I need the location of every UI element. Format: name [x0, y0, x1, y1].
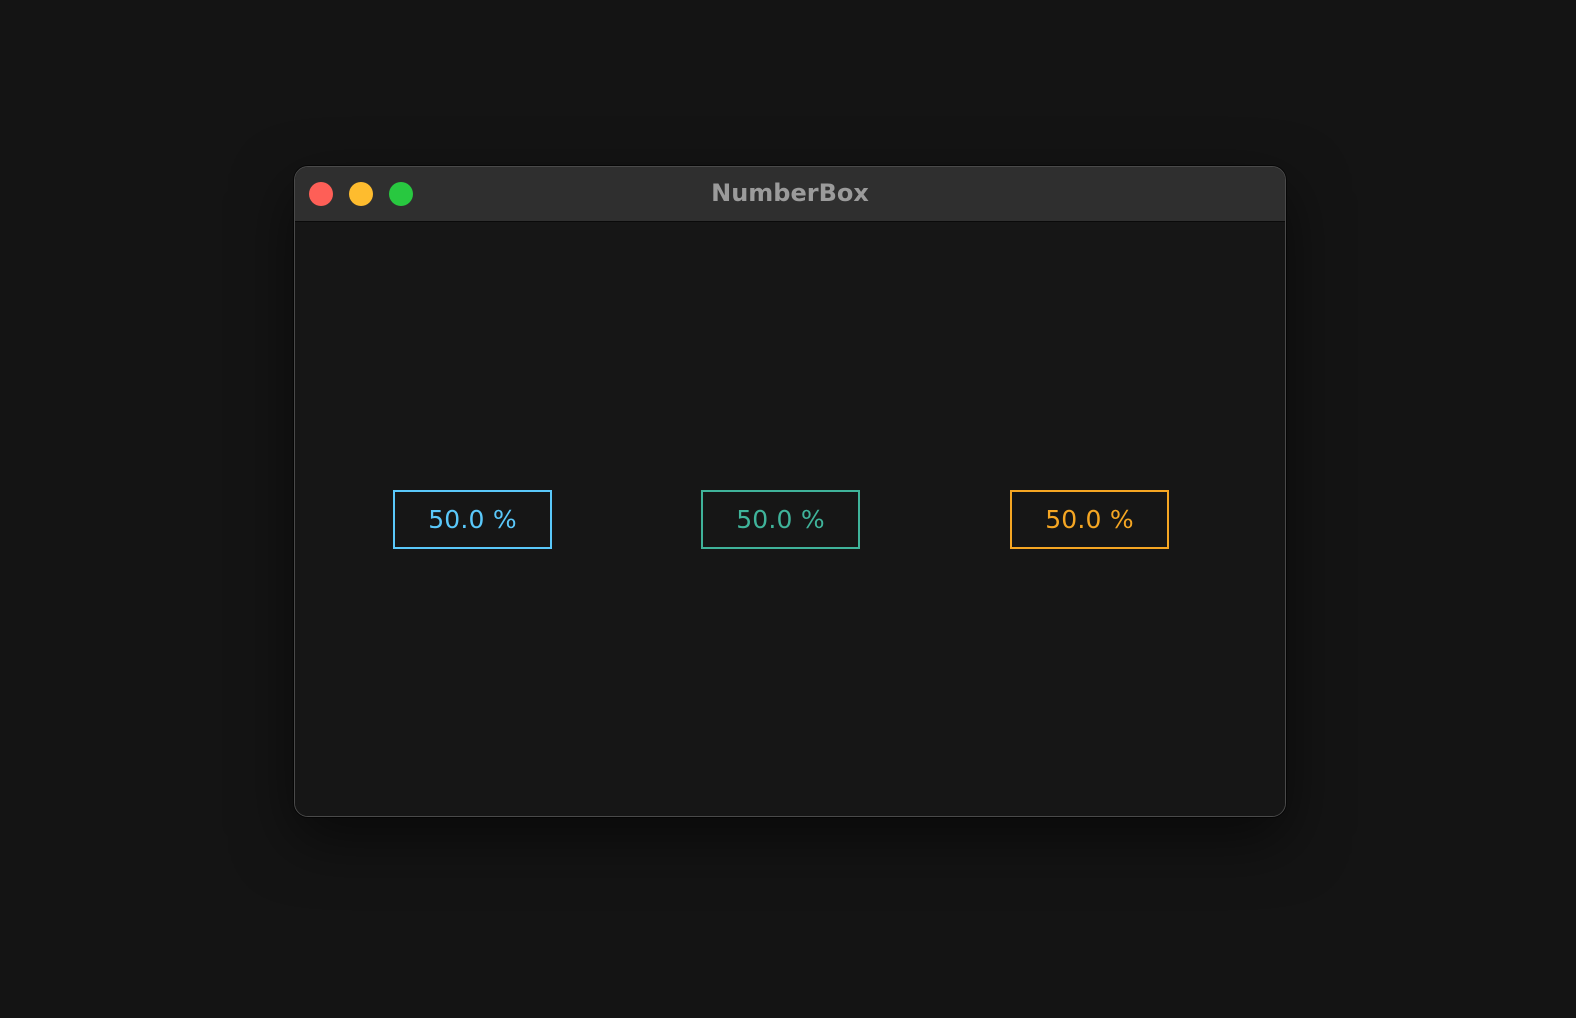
title-bar[interactable]: NumberBox	[295, 167, 1285, 222]
number-box-1[interactable]: 50.0 %	[393, 490, 552, 549]
app-window: NumberBox 50.0 % 50.0 % 50.0 %	[294, 166, 1286, 817]
window-content: 50.0 % 50.0 % 50.0 %	[295, 222, 1285, 816]
number-box-3[interactable]: 50.0 %	[1010, 490, 1169, 549]
number-box-2[interactable]: 50.0 %	[701, 490, 860, 549]
window-title: NumberBox	[711, 179, 869, 207]
